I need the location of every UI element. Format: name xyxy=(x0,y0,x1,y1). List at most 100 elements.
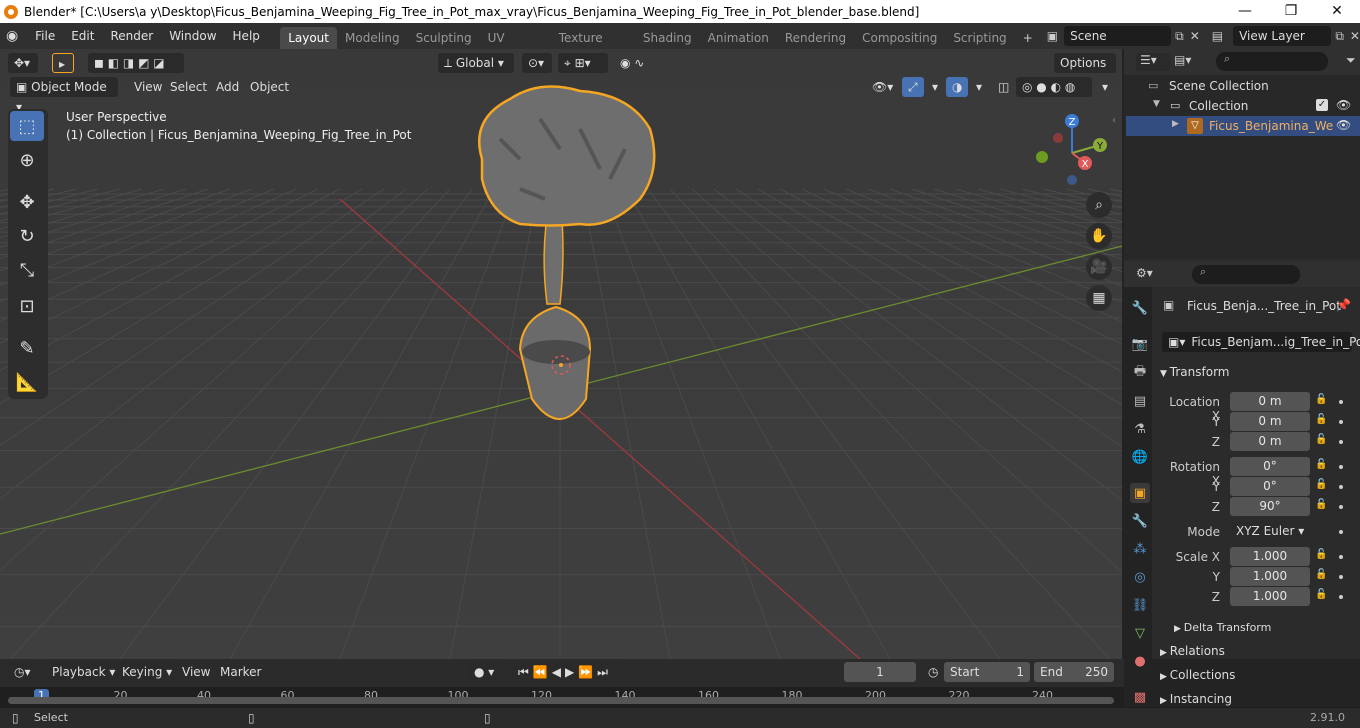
tab-animation[interactable]: Animation xyxy=(700,27,777,49)
ortho-grid-icon[interactable]: ▦ xyxy=(1086,285,1112,311)
scene-icon[interactable]: ▣ xyxy=(1047,29,1058,43)
selection-mode-icons[interactable]: ◼ ◧ ◨ ◩ ◪ xyxy=(88,53,184,73)
tool-tab-icon[interactable]: 🔧 xyxy=(1130,298,1150,318)
outliner-scene-collection[interactable]: Scene Collection xyxy=(1169,79,1269,93)
tab-scripting[interactable]: Scripting xyxy=(945,27,1014,49)
object-expand-icon[interactable]: ▶ xyxy=(1172,119,1179,129)
minimize-button[interactable]: — xyxy=(1222,0,1268,23)
object-tab-icon[interactable]: ▣ xyxy=(1130,483,1150,503)
tab-texture-paint[interactable]: Texture Paint xyxy=(551,27,635,67)
keyframe-dot-icon[interactable] xyxy=(1339,465,1343,469)
lock-icon[interactable]: 🔓 xyxy=(1315,479,1327,490)
proportional-edit-icon[interactable]: ◉ ∿ xyxy=(614,53,664,73)
collection-visibility-icon[interactable]: 👁 xyxy=(1336,98,1351,112)
rotation-z-field[interactable]: 90° xyxy=(1230,497,1310,516)
outliner-search-input[interactable]: ⌕ xyxy=(1216,52,1328,71)
move-tool-icon[interactable]: ✥ xyxy=(10,187,44,217)
current-frame-field[interactable]: 1 xyxy=(844,662,916,682)
world-tab-icon[interactable]: 🌐 xyxy=(1130,447,1150,467)
scale-x-field[interactable]: 1.000 xyxy=(1230,547,1310,566)
timeline-editor-type-icon[interactable]: ◷▾ xyxy=(8,662,40,682)
gizmo-toggle-icon[interactable]: ⤢ xyxy=(902,77,924,97)
annotate-tool-icon[interactable]: ✎ xyxy=(10,333,44,363)
measure-tool-icon[interactable]: 📐 xyxy=(10,367,44,397)
menu-object[interactable]: Object xyxy=(244,77,295,97)
preview-range-icon[interactable]: ◷ xyxy=(922,662,944,682)
menu-file[interactable]: File xyxy=(27,25,63,47)
end-frame-field[interactable]: End 250 xyxy=(1034,662,1114,682)
mode-select[interactable]: ▣ Object Mode ▾ xyxy=(10,77,118,114)
lock-icon[interactable]: 🔓 xyxy=(1315,549,1327,560)
keyframe-dot-icon[interactable] xyxy=(1339,505,1343,509)
options-dropdown[interactable]: Options ▾ xyxy=(1054,53,1116,90)
timeline-playback-menu[interactable]: Playback ▾ xyxy=(46,662,122,682)
xray-toggle-icon[interactable]: ◫ xyxy=(992,77,1015,97)
tab-uv-editing[interactable]: UV Editing xyxy=(480,27,551,67)
start-frame-field[interactable]: Start 1 xyxy=(944,662,1030,682)
scale-z-field[interactable]: 1.000 xyxy=(1230,587,1310,606)
transform-tool-icon[interactable]: ⊡ xyxy=(10,291,44,321)
select-tool-icon[interactable]: ▸ xyxy=(52,53,74,73)
menu-edit[interactable]: Edit xyxy=(63,25,102,47)
constraints-tab-icon[interactable]: ⛓ xyxy=(1130,595,1150,615)
object-name-field[interactable]: ▣▾ Ficus_Benjam...ig_Tree_in_Pot xyxy=(1162,332,1360,352)
tab-modeling[interactable]: Modeling xyxy=(337,27,408,49)
tab-layout[interactable]: Layout xyxy=(280,27,337,49)
timeline-marker-menu[interactable]: Marker xyxy=(214,662,267,682)
select-box-tool-icon[interactable]: ⬚ xyxy=(10,111,44,141)
rotation-y-field[interactable]: 0° xyxy=(1230,477,1310,496)
tab-compositing[interactable]: Compositing xyxy=(854,27,945,49)
add-workspace-button[interactable]: + xyxy=(1015,27,1041,49)
outliner-editor-type-icon[interactable]: ☰▾ xyxy=(1136,53,1170,71)
timeline-scrollbar[interactable] xyxy=(8,697,1114,704)
close-button[interactable]: ✕ xyxy=(1314,0,1360,23)
keyframe-dot-icon[interactable] xyxy=(1339,530,1343,534)
scale-y-field[interactable]: 1.000 xyxy=(1230,567,1310,586)
lock-icon[interactable]: 🔓 xyxy=(1315,459,1327,470)
lock-icon[interactable]: 🔓 xyxy=(1315,569,1327,580)
blender-menu-icon[interactable]: ◉ xyxy=(6,28,27,44)
cursor-tool-icon[interactable]: ⊕ xyxy=(10,145,44,175)
rotation-x-field[interactable]: 0° xyxy=(1230,457,1310,476)
keyframe-dot-icon[interactable] xyxy=(1339,485,1343,489)
menu-render[interactable]: Render xyxy=(102,25,161,47)
tab-rendering[interactable]: Rendering xyxy=(777,27,854,49)
menu-view[interactable]: View xyxy=(128,77,168,97)
view-layer-icon[interactable]: ▤ xyxy=(1212,29,1223,43)
collection-expand-icon[interactable]: ▼ xyxy=(1153,99,1160,109)
view-layer-tab-icon[interactable]: ▤ xyxy=(1130,391,1150,411)
keyframe-dot-icon[interactable] xyxy=(1339,555,1343,559)
view-layer-remove-icon[interactable]: ✕ xyxy=(1350,29,1360,43)
transform-panel-header[interactable]: ▼ Transform xyxy=(1160,361,1230,383)
outliner-filter-icon[interactable]: ⏷ xyxy=(1346,53,1356,68)
mesh-data-tab-icon[interactable]: ▽ xyxy=(1130,623,1150,643)
shading-dropdown-icon[interactable]: ▾ xyxy=(1096,77,1114,97)
view-layer-field[interactable]: View Layer xyxy=(1233,26,1332,46)
texture-tab-icon[interactable]: ▩ xyxy=(1130,687,1150,707)
overlay-toggle-icon[interactable]: ◑ xyxy=(946,77,969,97)
sidebar-toggle-icon[interactable]: ‹ xyxy=(1112,115,1116,126)
editor-type-icon[interactable]: ✥▾ xyxy=(8,53,38,73)
material-tab-icon[interactable]: ● xyxy=(1130,651,1150,671)
shading-mode-icons[interactable]: ◎ ● ◐ ◍ xyxy=(1016,77,1092,97)
physics-tab-icon[interactable]: ◎ xyxy=(1130,567,1150,587)
zoom-icon[interactable]: ⌕ xyxy=(1086,192,1112,218)
properties-editor-type-icon[interactable]: ⚙▾ xyxy=(1136,266,1170,284)
modifier-tab-icon[interactable]: 🔧 xyxy=(1130,511,1150,531)
pan-hand-icon[interactable]: ✋ xyxy=(1086,223,1112,249)
render-tab-icon[interactable]: 📷 xyxy=(1130,334,1150,354)
scene-copy-icon[interactable]: ⧉ xyxy=(1175,29,1184,44)
object-visibility-icon[interactable]: 👁 xyxy=(1336,118,1351,132)
overlay-dropdown-icon[interactable]: ▾ xyxy=(970,77,988,97)
pin-icon[interactable]: 📌 xyxy=(1336,298,1351,312)
visibility-icon[interactable]: 👁▾ xyxy=(866,77,899,97)
maximize-button[interactable]: ❐ xyxy=(1268,0,1314,23)
lock-icon[interactable]: 🔓 xyxy=(1315,414,1327,425)
rotate-tool-icon[interactable]: ↻ xyxy=(10,221,44,251)
navigation-gizmo[interactable]: Z Y X xyxy=(1030,111,1114,195)
properties-search-input[interactable]: ⌕ xyxy=(1192,265,1300,284)
menu-window[interactable]: Window xyxy=(161,25,224,47)
lock-icon[interactable]: 🔓 xyxy=(1315,434,1327,445)
keyframe-dot-icon[interactable] xyxy=(1339,595,1343,599)
scene-remove-icon[interactable]: ✕ xyxy=(1190,29,1200,43)
